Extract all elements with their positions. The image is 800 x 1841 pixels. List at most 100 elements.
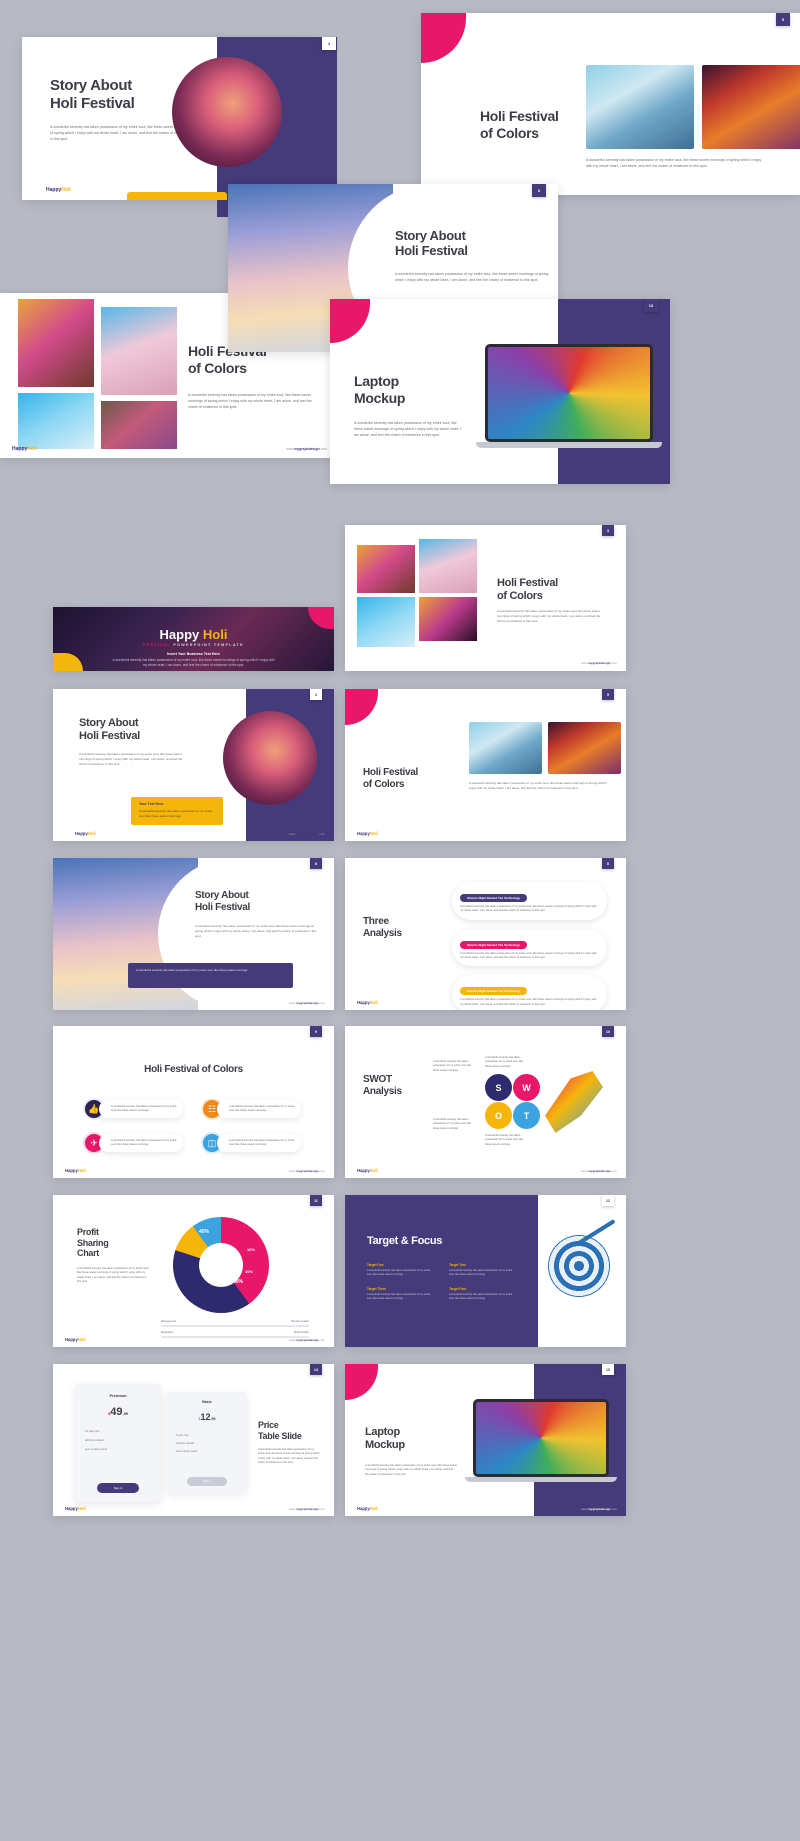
plan-feature: 5 web cost [176,1434,189,1437]
slide-story-hero-title: Story About Holi Festival [50,77,135,112]
plan-card-premium[interactable]: Premium $49,99 10 web cost all limite up… [75,1384,161,1502]
swot-note-1: A wonderful serenity has taken possessio… [433,1060,472,1072]
slide-features[interactable]: Holi Festival of Colors 👍 A wonderful se… [53,1026,334,1178]
slide-features-title: Holi Festival of Colors [144,1064,243,1075]
target-grid: Target One A wonderful serenity has take… [367,1263,517,1302]
target-item-label: Target Two [449,1263,466,1267]
plan-cta-button[interactable]: Sign in [187,1477,227,1486]
legend-label-1: Director Leader [291,1320,309,1323]
slide-price-body: A wonderful serenity has taken possessio… [258,1448,320,1464]
donut-label-2: 10% [247,1247,256,1252]
feature-text: A wonderful serenity has taken possessio… [217,1133,301,1153]
laptop-screen-frame [485,344,653,442]
target-item[interactable]: Target Four A wonderful serenity has tak… [449,1287,513,1301]
target-item-body: A wonderful serenity has taken possessio… [367,1269,431,1277]
swot-letter-o[interactable]: O [485,1102,512,1129]
analysis-rows: Oliverts Right Reward The Technology A w… [452,882,607,1010]
photo-hands [419,597,477,641]
slide-target-title: Target & Focus [367,1235,443,1247]
title-line-2: Mockup [354,389,406,406]
target-item[interactable]: Target Three A wonderful serenity has ta… [367,1287,431,1301]
feature-item[interactable]: ◫ A wonderful serenity has taken possess… [201,1132,301,1154]
plan-cta-button[interactable]: Sign in [97,1483,139,1493]
chart-legend: Management Director Leader Regulation Sh… [161,1320,309,1338]
cover-title: Happy Holi [53,627,334,642]
slide-colors-two-title: Holi Festival of Colors [363,767,418,791]
photo-face [223,711,317,805]
site-footer: www.mygraphdesign.com [286,447,327,451]
slide-story-sky-body: A wonderful serenity has taken possessio… [395,272,549,282]
slide-story-sky2-title: Story About Holi Festival [195,890,250,914]
plan-price: $49,99 [75,1402,161,1420]
feature-item[interactable]: ✈ A wonderful serenity has taken possess… [83,1132,183,1154]
cover-title-b: Holi [202,627,228,642]
title-line-1: Story About [395,228,466,243]
pink-blob [345,1364,378,1400]
analysis-row[interactable]: Oliverts Right Reward The Technology A w… [452,975,607,1010]
feature-text: A wonderful serenity has taken possessio… [99,1133,183,1153]
cover-sub-b: POWERPOINT TEMPLATE [173,643,244,647]
slide-story-face-body: A wonderful serenity has taken possessio… [79,752,183,766]
site-footer: www.mygraphdesign.com [288,832,325,836]
photo-powder-1 [357,545,415,593]
analysis-row-badge: Oliverts Right Reward The Technology [460,894,527,902]
feature-grid: 👍 A wonderful serenity has taken possess… [83,1098,305,1154]
page-tag-6: 6 [532,184,546,197]
photo-powder-2 [419,539,477,593]
analysis-row[interactable]: Oliverts Right Reward The Technology A w… [452,882,607,920]
legend-label-3: Share Holder [293,1331,309,1334]
slide-three-analysis-title: Three Analysis [363,916,402,940]
slide-story-face[interactable]: Story About Holi Festival A wonderful se… [53,689,334,841]
slide-three-analysis[interactable]: Three Analysis Oliverts Right Reward The… [345,858,626,1010]
swot-letter-t[interactable]: T [513,1102,540,1129]
cta-title: Your Text Here [139,802,164,806]
target-item-body: A wonderful serenity has taken possessio… [449,1269,513,1277]
title-line-2: Analysis [363,1085,402,1097]
title-line-1: Holi Festival [497,577,558,589]
slide-colors-hero[interactable]: Holi Festival of Colors A wonderful sere… [421,13,800,195]
page-tag-8: 8 [602,858,614,869]
feature-item[interactable]: 👍 A wonderful serenity has taken possess… [83,1098,183,1120]
brand-footer: HappyHoli [12,446,37,452]
cta-card[interactable]: Your Text Here A wonderful serenity has … [131,797,223,825]
slide-swot[interactable]: SWOT Analysis A wonderful serenity has t… [345,1026,626,1178]
slide-price-table[interactable]: Premium $49,99 10 web cost all limite up… [53,1364,334,1516]
title-line-3: Chart [77,1248,100,1259]
slide-laptop-hero-title: Laptop Mockup [354,373,405,406]
slide-gallery[interactable]: Holi Festival of Colors A wonderful sere… [345,525,626,671]
brand-footer: HappyHoli [65,1337,86,1342]
title-line-2: of Colors [497,589,543,602]
slide-story-sky-title: Story About Holi Festival [395,228,468,259]
title-line-1: Story About [195,890,249,901]
pink-blob [345,689,378,725]
title-line-1: Laptop [354,373,399,389]
swot-letter-s[interactable]: S [485,1074,512,1101]
feature-item[interactable]: ☷ A wonderful serenity has taken possess… [201,1098,301,1120]
target-item[interactable]: Target One A wonderful serenity has take… [367,1263,431,1277]
target-item-label: Target Four [449,1287,467,1292]
analysis-row-body: A wonderful serenity has taken possessio… [460,905,597,913]
plan-card-basic[interactable]: Basic $12,99 5 web cost all limite uploa… [167,1392,247,1494]
page-tag-13: 13 [644,299,658,312]
slide-story-sky2[interactable]: Story About Holi Festival A wonderful se… [53,858,334,1010]
slide-target-focus[interactable]: Target & Focus Target One A wonderful se… [345,1195,626,1347]
plan-feature: auto contact panel [85,1448,107,1451]
plan-cents: ,99 [210,1417,216,1421]
cta-card[interactable]: Your Text Here A wonderful serenity has … [127,192,227,200]
swot-letter-w[interactable]: W [513,1074,540,1101]
slide-profit-chart[interactable]: Profit Sharing Chart A wonderful serenit… [53,1195,334,1347]
cover-kicker: Insert Your Business Text Here [167,652,220,656]
slide-laptop-hero[interactable]: Laptop Mockup A wonderful serenity has t… [330,299,670,484]
slide-colors-two[interactable]: Holi Festival of Colors A wonderful sere… [345,689,626,841]
title-line-2: Mockup [365,1438,405,1451]
slide-laptop-mockup[interactable]: Laptop Mockup A wonderful serenity has t… [345,1364,626,1516]
analysis-row[interactable]: Oliverts Right Reward The Technology A w… [452,928,607,967]
slide-cover[interactable]: Happy Holi FESTIVAL POWERPOINT TEMPLATE … [53,607,334,671]
title-line-2: of Colors [480,124,539,141]
target-item-body: A wonderful serenity has taken possessio… [449,1293,513,1301]
photo-crowd-blue [469,722,542,774]
plan-features: 10 web cost all limite upload auto conta… [75,1430,161,1451]
target-item[interactable]: Target Two A wonderful serenity has take… [449,1263,513,1277]
cover-title-a: Happy [159,627,200,642]
donut-label-1: 40% [199,1229,210,1235]
